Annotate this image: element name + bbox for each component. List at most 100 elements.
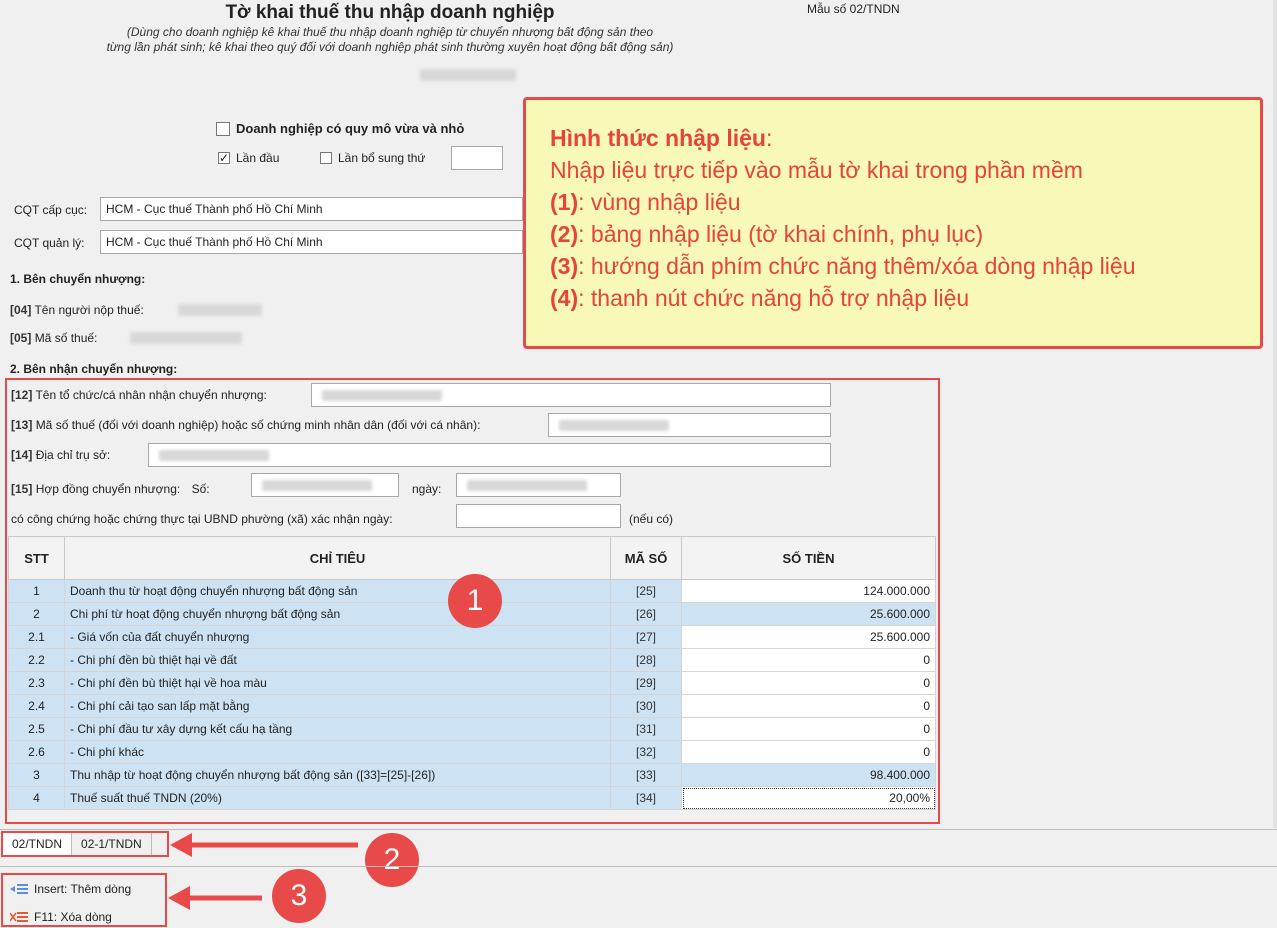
row-amount-cell[interactable]: 124.000.000 — [681, 579, 936, 603]
transferee-tax-code-input[interactable] — [548, 413, 831, 437]
tab-02-tndn[interactable]: 02/TNDN — [3, 833, 73, 855]
callout-heading-line: Hình thức nhập liệu: — [550, 125, 773, 151]
row-stt: 1 — [8, 579, 65, 603]
annotation-arrow-3 — [168, 886, 262, 910]
row-code: [27] — [610, 625, 682, 649]
supplement-number-input[interactable] — [451, 146, 503, 170]
transferee-address-input[interactable] — [148, 443, 831, 467]
row-amount-cell[interactable]: 0 — [681, 671, 936, 695]
row-stt: 4 — [8, 786, 65, 810]
callout-item-number: (4) — [550, 285, 579, 311]
row-indicator: - Chi phí khác — [64, 740, 611, 764]
notary-label: có công chứng hoặc chứng thực tại UBND p… — [11, 512, 393, 526]
row-indicator: Thuế suất thuế TNDN (20%) — [64, 786, 611, 810]
first-time-checkbox[interactable] — [218, 152, 230, 164]
row-amount-cell[interactable]: 0 — [681, 717, 936, 741]
callout-item: (1): vùng nhập liệu — [550, 186, 1236, 218]
row-stt: 2.1 — [8, 625, 65, 649]
cqt-manager-label: CQT quản lý: — [14, 236, 85, 250]
cqt-manager-value: HCM - Cục thuế Thành phố Hồ Chí Minh — [106, 235, 323, 249]
row-code: [25] — [610, 579, 682, 603]
delete-row-icon — [10, 912, 28, 922]
form-subtitle: (Dùng cho doanh nghiệp kê khai thuế thu … — [0, 25, 780, 55]
row-stt: 2.4 — [8, 694, 65, 718]
supplement-option[interactable]: Lần bổ sung thứ — [320, 151, 425, 165]
field-12-label: Tên tổ chức/cá nhân nhận chuyển nhượng: — [35, 388, 267, 402]
row-code: [32] — [610, 740, 682, 764]
transferee-name-input[interactable] — [311, 383, 831, 407]
field-12-row: [12] Tên tổ chức/cá nhân nhận chuyển như… — [11, 388, 267, 402]
transferee-tax-code-redacted — [559, 420, 669, 431]
supplement-checkbox[interactable] — [320, 152, 332, 164]
field-13-label: Mã số thuế (đối với doanh nghiệp) hoặc s… — [35, 418, 481, 432]
row-code: [34] — [610, 786, 682, 810]
row-indicator: Doanh thu từ hoạt động chuyển nhượng bất… — [64, 579, 611, 603]
row-stt: 3 — [8, 763, 65, 787]
subtitle-line-1: (Dùng cho doanh nghiệp kê khai thuế thu … — [126, 25, 654, 39]
row-indicator: - Chi phí đầu tư xây dựng kết cấu hạ tần… — [64, 717, 611, 741]
callout-item-text: : thanh nút chức năng hỗ trợ nhập liệu — [578, 285, 970, 311]
taxpayer-name-row: [04] Tên người nộp thuế: — [10, 303, 144, 317]
row-amount-cell[interactable]: 0 — [681, 694, 936, 718]
taxpayer-name-redacted — [178, 304, 262, 316]
sheet-tab-bar: 02/TNDN 02-1/TNDN — [1, 831, 169, 857]
tax-code-label: Mã số thuế: — [34, 331, 98, 345]
row-indicator: - Chi phí cải tạo san lấp mặt bằng — [64, 694, 611, 718]
field-14-row: [14] Địa chỉ trụ sở: — [11, 448, 110, 462]
row-amount-cell-focused[interactable]: 20,00% — [681, 786, 936, 810]
row-amount-cell[interactable]: 25.600.000 — [681, 625, 936, 649]
callout-item-text: : bảng nhập liệu (tờ khai chính, phụ lục… — [578, 221, 984, 247]
column-header-stt: STT — [8, 536, 65, 580]
table-header-row: STT CHỈ TIÊU MÃ SỐ SỐ TIỀN — [8, 536, 936, 580]
row-amount-cell[interactable]: 0 — [681, 740, 936, 764]
field-code-12: [12] — [11, 388, 33, 402]
table-row: 3 Thu nhập từ hoạt động chuyển nhượng bấ… — [8, 763, 936, 787]
row-stt: 2.2 — [8, 648, 65, 672]
insert-row-icon — [10, 884, 28, 894]
instruction-callout: Hình thức nhập liệu: Nhập liệu trực tiếp… — [523, 97, 1263, 349]
sme-label: Doanh nghiệp có quy mô vừa và nhỏ — [236, 121, 465, 136]
vertical-scrollbar[interactable] — [1273, 0, 1277, 828]
annotation-badge-3: 3 — [272, 869, 326, 923]
callout-item-number: (2) — [550, 221, 579, 247]
field-13-row: [13] Mã số thuế (đối với doanh nghiệp) h… — [11, 418, 480, 432]
callout-intro: Nhập liệu trực tiếp vào mẫu tờ khai tron… — [550, 157, 1083, 183]
table-row: 2.1 - Giá vốn của đất chuyển nhượng [27]… — [8, 625, 936, 649]
tab-02-1-tndn[interactable]: 02-1/TNDN — [72, 833, 152, 855]
table-row: 2.5 - Chi phí đầu tư xây dựng kết cấu hạ… — [8, 717, 936, 741]
row-indicator: Chi phí từ hoạt động chuyển nhượng bất đ… — [64, 602, 611, 626]
row-amount-cell: 98.400.000 — [681, 763, 936, 787]
callout-item: (2): bảng nhập liệu (tờ khai chính, phụ … — [550, 218, 1236, 250]
callout-item-number: (1) — [550, 189, 579, 215]
row-indicator: - Chi phí đền bù thiệt hại về hoa màu — [64, 671, 611, 695]
contract-number-input[interactable] — [251, 473, 399, 497]
form-number: Mẫu số 02/TNDN — [807, 2, 900, 16]
row-code: [29] — [610, 671, 682, 695]
form-title: Tờ khai thuế thu nhập doanh nghiệp — [225, 2, 555, 23]
first-time-option[interactable]: Lần đầu — [218, 151, 279, 165]
callout-item: (4): thanh nút chức năng hỗ trợ nhập liệ… — [550, 282, 1236, 314]
field-code-14: [14] — [11, 448, 33, 462]
sme-checkbox[interactable] — [216, 121, 230, 136]
field-code-05: [05] — [10, 331, 32, 345]
callout-item-number: (3) — [550, 253, 579, 279]
table-row: 4 Thuế suất thuế TNDN (20%) [34] 20,00% — [8, 786, 936, 810]
field-15-label: Hợp đồng chuyển nhượng: — [35, 482, 181, 496]
sme-option[interactable]: Doanh nghiệp có quy mô vừa và nhỏ — [216, 121, 464, 136]
cqt-department-select[interactable]: HCM - Cục thuế Thành phố Hồ Chí Minh — [100, 197, 523, 221]
annotation-arrow-2 — [170, 833, 358, 857]
optional-note: (nếu có) — [629, 512, 674, 526]
delete-hint-label: F11: Xóa dòng — [34, 910, 112, 924]
cqt-manager-select[interactable]: HCM - Cục thuế Thành phố Hồ Chí Minh — [100, 230, 523, 254]
contract-date-input[interactable] — [456, 473, 621, 497]
row-indicator: - Giá vốn của đất chuyển nhượng — [64, 625, 611, 649]
row-amount-cell[interactable]: 0 — [681, 648, 936, 672]
transferee-section-title: 2. Bên nhận chuyển nhượng: — [10, 362, 178, 376]
row-indicator: Thu nhập từ hoạt động chuyển nhượng bất … — [64, 763, 611, 787]
notary-date-input[interactable] — [456, 504, 621, 528]
column-header-amount: SỐ TIỀN — [681, 536, 936, 580]
table-row: 2.3 - Chi phí đền bù thiệt hại về hoa mà… — [8, 671, 936, 695]
table-row: 2.2 - Chi phí đền bù thiệt hại về đất [2… — [8, 648, 936, 672]
row-code: [33] — [610, 763, 682, 787]
row-code: [26] — [610, 602, 682, 626]
